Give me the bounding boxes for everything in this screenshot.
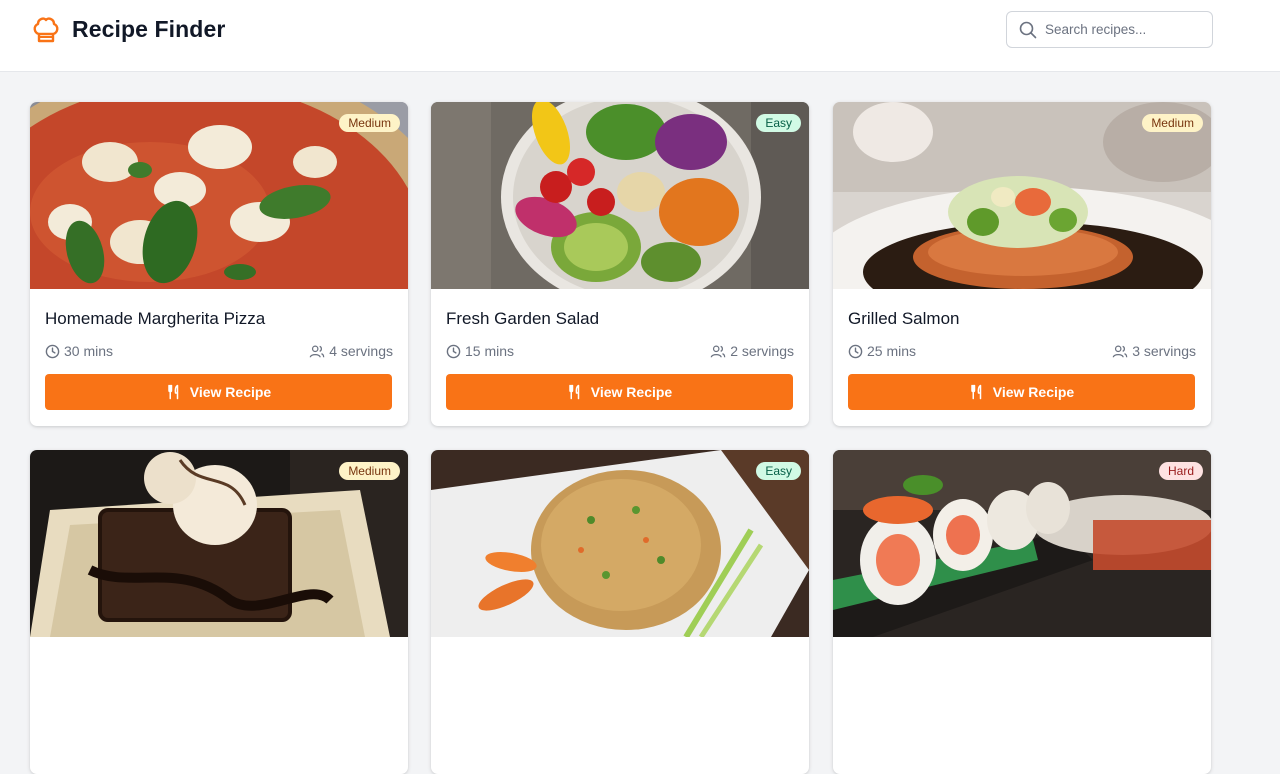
recipe-card[interactable]: Easy	[431, 450, 809, 774]
recipe-image-salmon: Medium	[833, 102, 1211, 289]
view-recipe-label: View Recipe	[992, 384, 1075, 400]
recipe-image-brownie: Medium	[30, 450, 408, 637]
recipe-time-label: 15 mins	[465, 343, 515, 359]
recipe-servings: 4 servings	[309, 343, 393, 359]
recipe-title: Homemade Margherita Pizza	[45, 309, 266, 328]
recipe-title: Fresh Garden Salad	[446, 309, 600, 328]
recipe-time-label: 25 mins	[867, 343, 917, 359]
utensils-icon	[569, 384, 580, 400]
utensils-icon	[971, 384, 982, 400]
recipe-time: 25 mins	[848, 343, 916, 359]
users-icon	[309, 345, 325, 357]
difficulty-badge: Medium	[339, 462, 400, 480]
view-recipe-label: View Recipe	[590, 384, 673, 400]
recipe-time: 15 mins	[446, 343, 514, 359]
recipe-time-label: 30 mins	[64, 343, 114, 359]
recipe-time: 30 mins	[45, 343, 113, 359]
recipe-image-salad: Easy	[431, 102, 809, 289]
recipe-grid: Medium Homemade Margherita Pizza 30 mins…	[0, 0, 1280, 774]
recipe-card[interactable]: Medium	[30, 450, 408, 774]
view-recipe-button[interactable]: View Recipe	[446, 374, 793, 410]
recipe-servings: 3 servings	[1112, 343, 1196, 359]
utensils-icon	[168, 384, 179, 400]
clock-icon	[446, 344, 461, 358]
view-recipe-button[interactable]: View Recipe	[848, 374, 1195, 410]
recipe-card[interactable]: Hard	[833, 450, 1211, 774]
recipe-image-pizza: Medium	[30, 102, 408, 289]
clock-icon	[848, 344, 863, 358]
view-recipe-button[interactable]: View Recipe	[45, 374, 392, 410]
difficulty-badge: Medium	[339, 114, 400, 132]
recipe-image-fried-rice: Easy	[431, 450, 809, 637]
recipe-title: Grilled Salmon	[848, 309, 960, 328]
recipe-servings-label: 4 servings	[329, 343, 393, 359]
recipe-card[interactable]: Easy Fresh Garden Salad 15 mins 2 servin…	[431, 102, 809, 426]
recipe-servings-label: 3 servings	[1132, 343, 1196, 359]
recipe-card[interactable]: Medium Grilled Salmon 25 mins 3 servings…	[833, 102, 1211, 426]
users-icon	[710, 345, 726, 357]
difficulty-badge: Easy	[756, 114, 801, 132]
difficulty-badge: Medium	[1142, 114, 1203, 132]
recipe-servings-label: 2 servings	[730, 343, 794, 359]
recipe-image-sushi: Hard	[833, 450, 1211, 637]
clock-icon	[45, 344, 60, 358]
recipe-card[interactable]: Medium Homemade Margherita Pizza 30 mins…	[30, 102, 408, 426]
difficulty-badge: Hard	[1158, 462, 1203, 480]
recipe-servings: 2 servings	[710, 343, 794, 359]
users-icon	[1112, 345, 1128, 357]
difficulty-badge: Easy	[756, 462, 801, 480]
view-recipe-label: View Recipe	[189, 384, 272, 400]
